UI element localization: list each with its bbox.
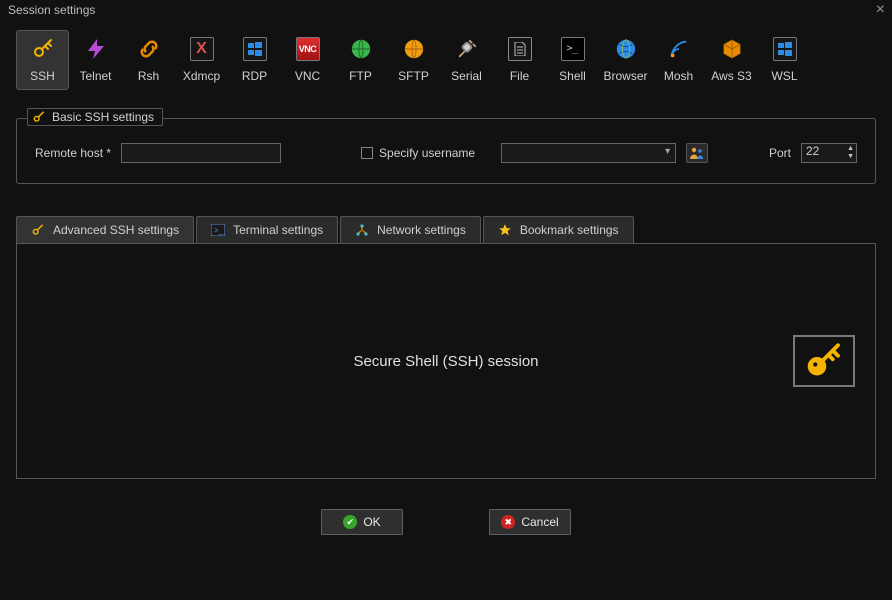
port-label: Port: [769, 146, 791, 160]
users-icon: [690, 147, 704, 159]
settings-tabs: Advanced SSH settings >_ Terminal settin…: [16, 216, 876, 243]
cancel-button[interactable]: ✖ Cancel: [489, 509, 571, 535]
tab-panel: Secure Shell (SSH) session: [16, 243, 876, 479]
protocol-label: Telnet: [79, 69, 111, 83]
document-icon: [508, 37, 532, 61]
protocol-toolbar: SSH Telnet Rsh X Xdmcp RDP VNC VNC: [0, 20, 892, 94]
protocol-label: Rsh: [138, 69, 159, 83]
protocol-label: RDP: [242, 69, 267, 83]
tab-advanced-ssh[interactable]: Advanced SSH settings: [16, 216, 194, 243]
protocol-label: SFTP: [398, 69, 429, 83]
basic-ssh-legend: Basic SSH settings: [27, 108, 163, 126]
vnc-icon: VNC: [296, 37, 320, 61]
globe-orange-icon: [402, 37, 426, 61]
protocol-rsh[interactable]: Rsh: [122, 30, 175, 90]
x-small-icon: ✖: [501, 515, 515, 529]
basic-ssh-fieldset: Basic SSH settings Remote host * Specify…: [16, 118, 876, 184]
protocol-sftp[interactable]: SFTP: [387, 30, 440, 90]
protocol-label: WSL: [771, 69, 797, 83]
tab-label: Advanced SSH settings: [53, 223, 179, 237]
username-combo[interactable]: [501, 143, 676, 163]
protocol-ftp[interactable]: FTP: [334, 30, 387, 90]
protocol-rdp[interactable]: RDP: [228, 30, 281, 90]
spinner-arrows-icon: ▲▼: [847, 144, 854, 162]
protocol-shell[interactable]: >_ Shell: [546, 30, 599, 90]
cube-icon: [720, 37, 744, 61]
specify-username-checkbox[interactable]: Specify username: [361, 146, 475, 160]
satellite-icon: [667, 37, 691, 61]
bolt-icon: [84, 37, 108, 61]
protocol-label: File: [510, 69, 529, 83]
protocol-label: Shell: [559, 69, 586, 83]
protocol-ssh[interactable]: SSH: [16, 30, 69, 90]
protocol-file[interactable]: File: [493, 30, 546, 90]
protocol-label: Aws S3: [711, 69, 751, 83]
tab-bookmark[interactable]: Bookmark settings: [483, 216, 634, 243]
manage-users-button[interactable]: [686, 143, 708, 163]
remote-host-input[interactable]: [121, 143, 281, 163]
protocol-telnet[interactable]: Telnet: [69, 30, 122, 90]
windows-alt-icon: [773, 37, 797, 61]
tab-label: Network settings: [377, 223, 466, 237]
dialog-buttons: ✔ OK ✖ Cancel: [0, 509, 892, 535]
protocol-label: VNC: [295, 69, 320, 83]
protocol-awss3[interactable]: Aws S3: [705, 30, 758, 90]
tab-network[interactable]: Network settings: [340, 216, 481, 243]
close-icon[interactable]: ×: [872, 3, 889, 17]
port-value: 22: [806, 144, 819, 158]
link-icon: [137, 37, 161, 61]
ok-button[interactable]: ✔ OK: [321, 509, 403, 535]
protocol-label: Serial: [451, 69, 482, 83]
plug-icon: [455, 37, 479, 61]
session-icon-box: [793, 335, 855, 387]
key-small-icon: [32, 110, 46, 124]
window-title: Session settings: [8, 3, 95, 17]
cancel-label: Cancel: [521, 515, 558, 529]
protocol-serial[interactable]: Serial: [440, 30, 493, 90]
key-icon: [31, 37, 55, 61]
tab-label: Terminal settings: [233, 223, 323, 237]
terminal-icon: >_: [561, 37, 585, 61]
port-input[interactable]: 22 ▲▼: [801, 143, 857, 163]
protocol-label: Xdmcp: [183, 69, 220, 83]
protocol-label: Mosh: [664, 69, 693, 83]
x-icon: X: [190, 37, 214, 61]
globe-green-icon: [349, 37, 373, 61]
key-large-icon: [803, 340, 845, 382]
specify-username-label: Specify username: [379, 146, 475, 160]
globe-blue-icon: [614, 37, 638, 61]
protocol-label: Browser: [603, 69, 647, 83]
protocol-browser[interactable]: Browser: [599, 30, 652, 90]
terminal-small-icon: >_: [211, 224, 225, 236]
tab-label: Bookmark settings: [520, 223, 619, 237]
protocol-xdmcp[interactable]: X Xdmcp: [175, 30, 228, 90]
basic-ssh-legend-text: Basic SSH settings: [52, 110, 154, 124]
protocol-mosh[interactable]: Mosh: [652, 30, 705, 90]
protocol-vnc[interactable]: VNC VNC: [281, 30, 334, 90]
protocol-label: SSH: [30, 69, 55, 83]
network-icon: [355, 223, 369, 237]
check-icon: ✔: [343, 515, 357, 529]
windows-icon: [243, 37, 267, 61]
ok-label: OK: [363, 515, 380, 529]
session-description: Secure Shell (SSH) session: [17, 353, 875, 370]
key-small-icon: [31, 223, 45, 237]
protocol-wsl[interactable]: WSL: [758, 30, 811, 90]
star-icon: [498, 223, 512, 237]
checkbox-icon: [361, 147, 373, 159]
remote-host-label: Remote host *: [35, 146, 111, 160]
tab-terminal[interactable]: >_ Terminal settings: [196, 216, 338, 243]
protocol-label: FTP: [349, 69, 372, 83]
svg-text:>_: >_: [214, 226, 224, 235]
